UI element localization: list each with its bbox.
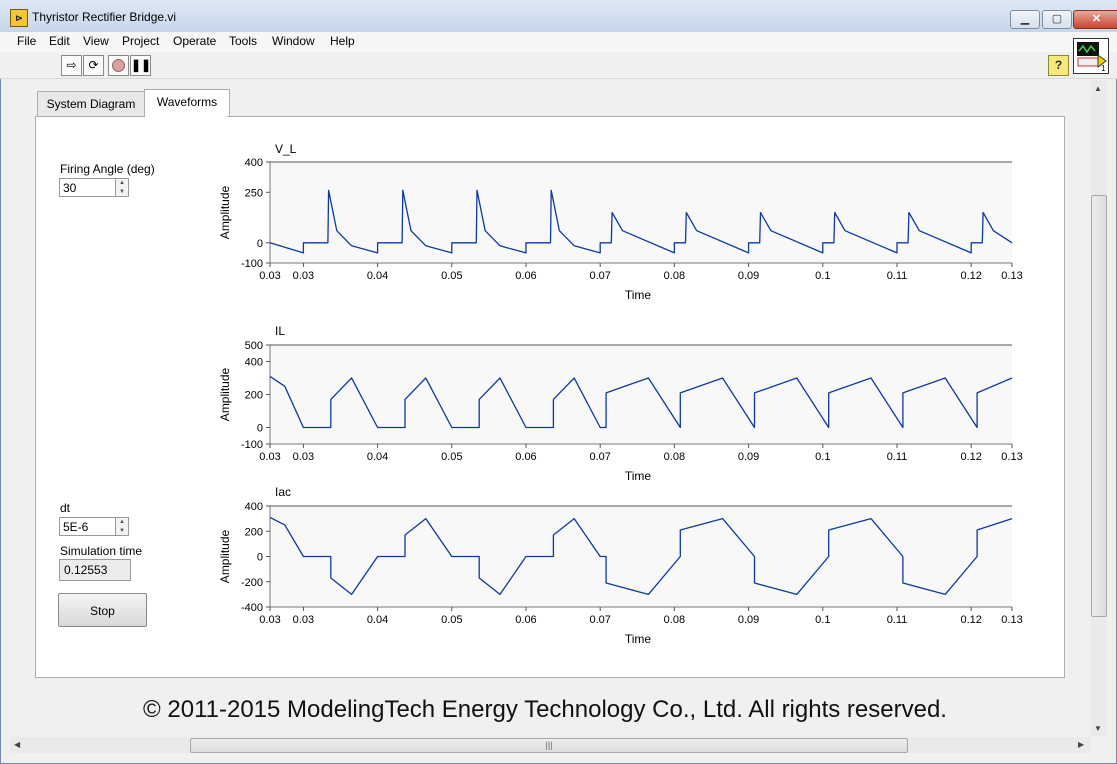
chart-2-ytick-label: -100 bbox=[241, 439, 263, 451]
chart-1-xtick-label: 0.13 bbox=[1001, 270, 1022, 282]
chart-1-xtick-label: 0.03 bbox=[293, 270, 314, 282]
chart-3-ytick-label: -400 bbox=[241, 602, 263, 614]
chart-2-xtick-label: 0.08 bbox=[664, 451, 685, 463]
chart-1-xtick-label: 0.04 bbox=[367, 270, 388, 282]
chart-2-xtick-label: 0.05 bbox=[441, 451, 462, 463]
chart-2-xtick-label: 0.07 bbox=[589, 451, 610, 463]
chart-2-ytick-label: 0 bbox=[257, 423, 263, 435]
chart-2-ytick-label: 200 bbox=[245, 390, 263, 402]
chart-1-xtick-label: 0.12 bbox=[960, 270, 981, 282]
chart-2-title: IL bbox=[275, 324, 285, 338]
chart-1-ytick-label: 400 bbox=[245, 157, 263, 169]
chart-2-xtick-label: 0.03 bbox=[259, 451, 280, 463]
chart-1-title: V_L bbox=[275, 142, 297, 156]
chart-1-xtick-label: 0.1 bbox=[815, 270, 830, 282]
chart-2-ylabel: Amplitude bbox=[218, 368, 232, 422]
chart-3-xlabel: Time bbox=[625, 632, 652, 646]
chart-3-xtick-label: 0.03 bbox=[259, 614, 280, 626]
chart-1-ylabel: Amplitude bbox=[218, 186, 232, 240]
chart-1-xtick-label: 0.11 bbox=[887, 270, 908, 282]
chart-2-plot-area bbox=[270, 345, 1012, 444]
chart-3-xtick-label: 0.03 bbox=[293, 614, 314, 626]
chart-1-ytick-label: 0 bbox=[257, 238, 263, 250]
chart-3-ytick-label: 200 bbox=[245, 526, 263, 538]
chart-1-xtick-label: 0.05 bbox=[441, 270, 462, 282]
chart-1-xtick-label: 0.08 bbox=[664, 270, 685, 282]
chart-3-ytick-label: 0 bbox=[257, 552, 263, 564]
chart-1-xtick-label: 0.06 bbox=[515, 270, 536, 282]
chart-3-xtick-label: 0.12 bbox=[960, 614, 981, 626]
chart-2-xtick-label: 0.03 bbox=[293, 451, 314, 463]
chart-1-xlabel: Time bbox=[625, 288, 652, 302]
chart-1-ytick-label: 250 bbox=[245, 187, 263, 199]
scroll-down-arrow-icon[interactable]: ▼ bbox=[1094, 724, 1102, 733]
copyright-notice: © 2011-2015 ModelingTech Energy Technolo… bbox=[143, 696, 947, 723]
chart-3-title: Iac bbox=[275, 485, 291, 499]
scroll-left-arrow-icon[interactable]: ◀ bbox=[14, 740, 20, 749]
chart-3-xtick-label: 0.07 bbox=[589, 614, 610, 626]
chart-1-plot-area bbox=[270, 162, 1012, 263]
scroll-right-arrow-icon[interactable]: ▶ bbox=[1078, 740, 1084, 749]
chart-3-xtick-label: 0.04 bbox=[367, 614, 388, 626]
chart-2-ytick-label: 500 bbox=[245, 340, 263, 352]
chart-2-xtick-label: 0.12 bbox=[960, 451, 981, 463]
chart-2-xtick-label: 0.11 bbox=[887, 451, 908, 463]
chart-3-ylabel: Amplitude bbox=[218, 530, 232, 584]
chart-3-xtick-label: 0.11 bbox=[887, 614, 908, 626]
chart-2-xtick-label: 0.06 bbox=[515, 451, 536, 463]
chart-3-xtick-label: 0.08 bbox=[664, 614, 685, 626]
chart-2-xtick-label: 0.1 bbox=[815, 451, 830, 463]
chart-3-xtick-label: 0.13 bbox=[1001, 614, 1022, 626]
scroll-up-arrow-icon[interactable]: ▲ bbox=[1094, 84, 1102, 93]
chart-3-xtick-label: 0.05 bbox=[441, 614, 462, 626]
chart-3-xtick-label: 0.1 bbox=[815, 614, 830, 626]
vertical-scroll-thumb[interactable] bbox=[1091, 195, 1107, 617]
chart-1-xtick-label: 0.09 bbox=[738, 270, 759, 282]
chart-1-xtick-label: 0.03 bbox=[259, 270, 280, 282]
chart-3-xtick-label: 0.06 bbox=[515, 614, 536, 626]
chart-3-ytick-label: -200 bbox=[241, 577, 263, 589]
chart-2-xtick-label: 0.09 bbox=[738, 451, 759, 463]
chart-2-xtick-label: 0.04 bbox=[367, 451, 388, 463]
chart-2-ytick-label: 400 bbox=[245, 357, 263, 369]
chart-2-xlabel: Time bbox=[625, 469, 652, 483]
chart-1-ytick-label: -100 bbox=[241, 258, 263, 270]
chart-2-xtick-label: 0.13 bbox=[1001, 451, 1022, 463]
chart-1-xtick-label: 0.07 bbox=[589, 270, 610, 282]
chart-3-xtick-label: 0.09 bbox=[738, 614, 759, 626]
waveform-charts: V_L4002500-1000.03 0.03 0.04 0.05 0.06 0.07 0.… bbox=[218, 142, 1023, 646]
horizontal-scroll-thumb[interactable]: ||| bbox=[190, 738, 908, 753]
chart-3-ytick-label: 400 bbox=[245, 501, 263, 513]
